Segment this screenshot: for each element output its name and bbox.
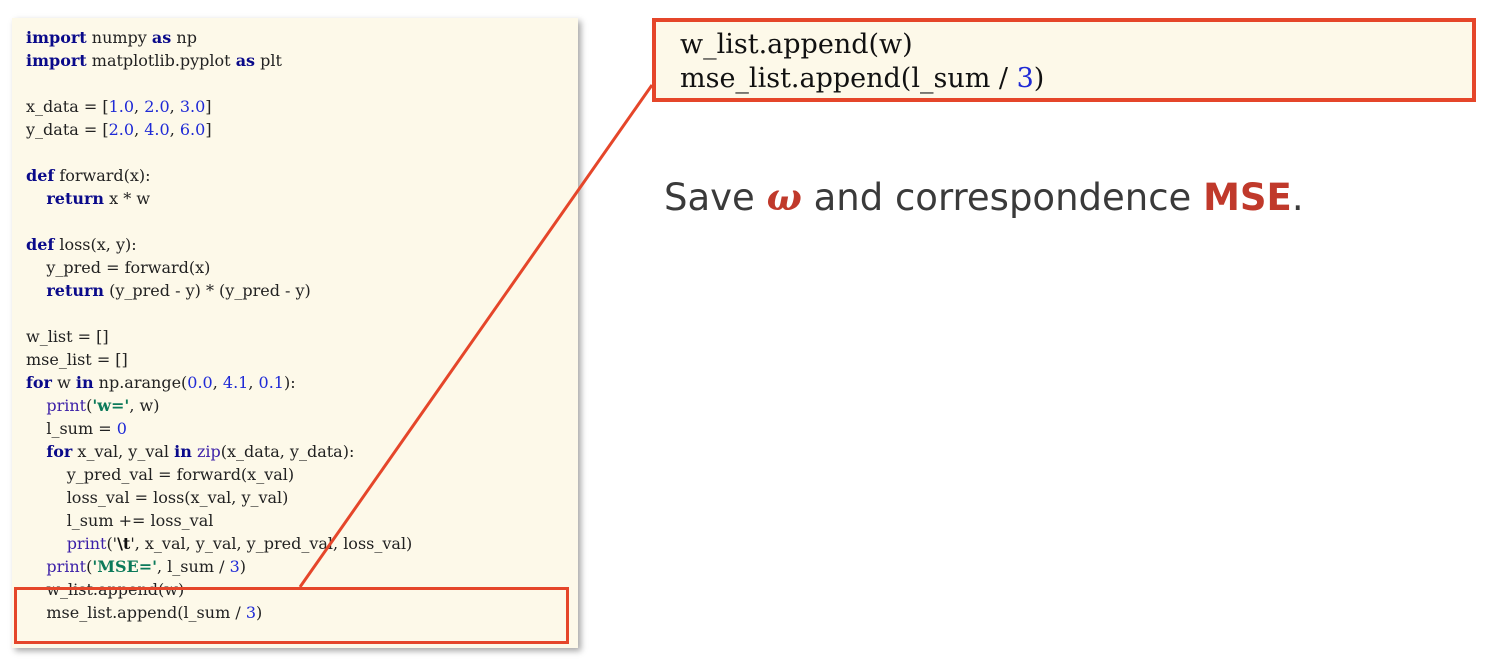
zoom-line-2-suffix: ) bbox=[1033, 63, 1045, 94]
caption-suffix: . bbox=[1291, 176, 1304, 219]
caption-omega: ω bbox=[766, 175, 802, 219]
zoom-line-2-number: 3 bbox=[1016, 63, 1034, 94]
zoom-line-2-prefix: mse_list.append(l_sum / bbox=[680, 63, 1017, 94]
caption-mse: MSE bbox=[1203, 176, 1292, 219]
connector-line-top bbox=[298, 84, 654, 588]
zoomed-code-box: w_list.append(w) mse_list.append(l_sum /… bbox=[652, 18, 1476, 102]
zoom-line-1: w_list.append(w) bbox=[680, 29, 913, 60]
caption: Save ω and correspondence MSE. bbox=[664, 175, 1304, 219]
zoom-line-2: mse_list.append(l_sum / 3) bbox=[680, 62, 1044, 96]
caption-middle: and correspondence bbox=[801, 176, 1204, 219]
caption-prefix: Save bbox=[664, 176, 767, 219]
